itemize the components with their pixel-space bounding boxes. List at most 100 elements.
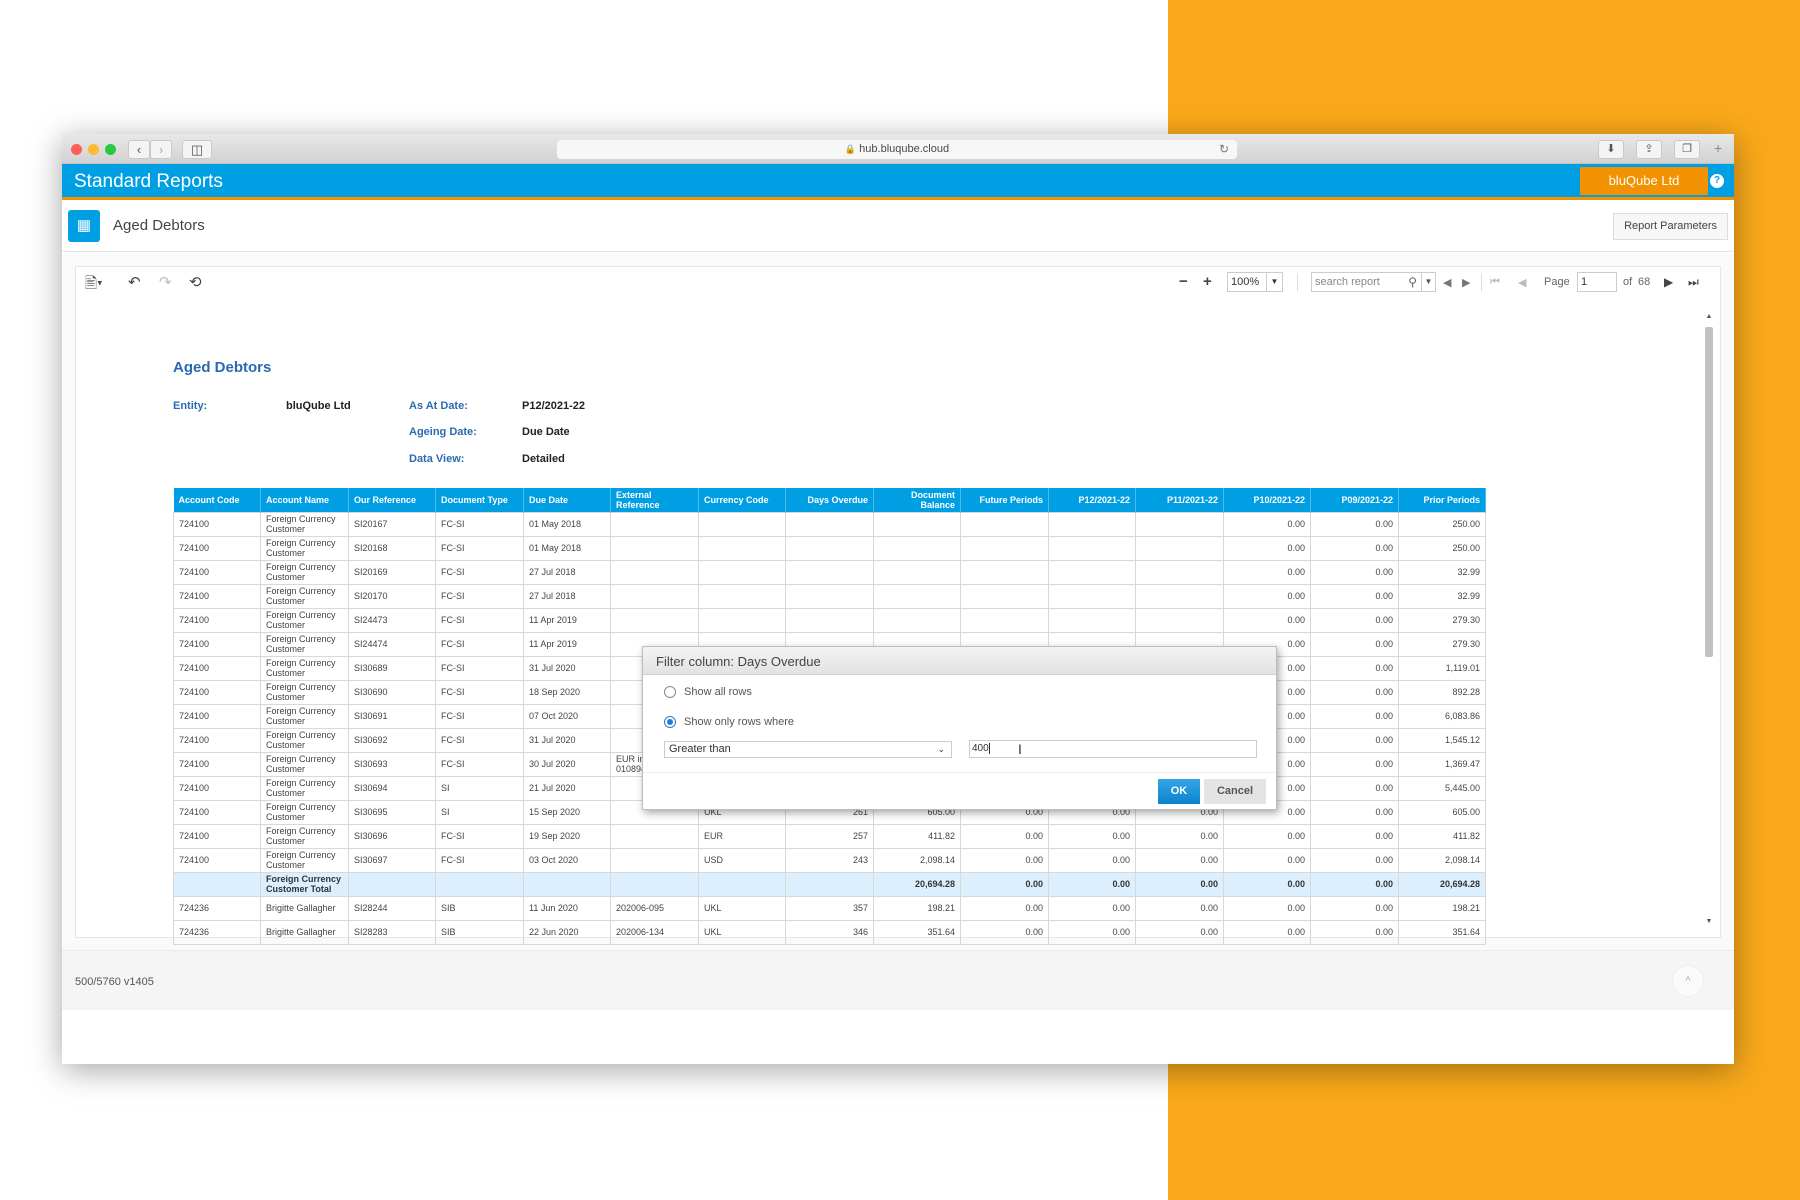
table-cell: 724236: [173, 895, 261, 921]
table-cell: [1048, 535, 1136, 561]
show-only-rows-radio[interactable]: [664, 716, 676, 729]
table-cell: 0.00: [1135, 919, 1224, 945]
search-prev-icon[interactable]: ◀: [1443, 276, 1451, 289]
scroll-to-top-button[interactable]: ^: [1672, 965, 1704, 997]
scrollbar-thumb[interactable]: [1705, 327, 1713, 657]
search-icon[interactable]: ⚲: [1408, 273, 1417, 291]
table-cell: SI24474: [348, 631, 436, 657]
zoom-out-icon[interactable]: −: [1179, 273, 1188, 290]
undo-icon[interactable]: ↶: [128, 273, 141, 291]
table-row: 724236 Brigitte Gallagher SI28283 SIB 22 Jun…: [173, 919, 1486, 945]
minimize-window-button[interactable]: [88, 144, 99, 155]
column-header[interactable]: External Reference: [610, 488, 699, 512]
table-cell: 32.99: [1398, 583, 1486, 609]
page-number-input[interactable]: 1: [1577, 272, 1617, 292]
vertical-scrollbar[interactable]: ▲ ▼: [1704, 313, 1714, 925]
table-cell: 0.00: [1310, 583, 1399, 609]
table-cell: [960, 583, 1049, 609]
column-header[interactable]: Due Date: [523, 488, 611, 512]
column-header[interactable]: P12/2021-22: [1048, 488, 1136, 512]
last-page-icon[interactable]: ⏭: [1688, 275, 1699, 290]
operator-select[interactable]: Greater than ⌄: [664, 741, 952, 758]
table-row: 724100 Foreign Currency Customer SI30696 FC…: [173, 823, 1486, 849]
search-placeholder: search report: [1315, 276, 1380, 288]
search-report-input[interactable]: search report ⚲ ▼: [1311, 272, 1436, 292]
chevron-left-icon: ‹: [136, 142, 142, 157]
plus-icon[interactable]: +: [1714, 140, 1722, 156]
column-header[interactable]: Prior Periods: [1398, 488, 1486, 512]
table-cell: SI: [435, 799, 524, 825]
column-header[interactable]: Days Overdue: [785, 488, 874, 512]
export-icon[interactable]: 🖹▾: [85, 273, 103, 298]
show-all-rows-option[interactable]: Show all rows: [664, 686, 752, 699]
column-header[interactable]: P11/2021-22: [1135, 488, 1224, 512]
column-header[interactable]: Document Type: [435, 488, 524, 512]
share-button[interactable]: ⇪: [1636, 140, 1662, 159]
address-bar[interactable]: 🔒 hub.bluqube.cloud ↻: [557, 140, 1237, 159]
filter-value-input[interactable]: 400: [969, 740, 1257, 758]
table-cell: 0.00: [1135, 823, 1224, 849]
table-cell: SIB: [435, 895, 524, 921]
column-header[interactable]: P10/2021-22: [1223, 488, 1311, 512]
first-page-icon[interactable]: ⏮: [1490, 276, 1500, 289]
table-cell: 724100: [173, 727, 261, 753]
table-cell: [785, 511, 874, 537]
search-next-icon[interactable]: ▶: [1462, 276, 1470, 289]
table-row: 724100 Foreign Currency Customer SI24473 FC…: [173, 607, 1486, 633]
table-cell: 6,083.86: [1398, 703, 1486, 729]
next-page-icon[interactable]: ▶: [1664, 275, 1673, 289]
redo-icon[interactable]: ↷: [159, 273, 172, 291]
refresh-icon[interactable]: ⟲: [189, 273, 202, 291]
download-icon: ⬇: [1606, 143, 1616, 155]
table-row: 724100 Foreign Currency Customer SI30697 FC…: [173, 847, 1486, 873]
scroll-down-icon[interactable]: ▼: [1704, 918, 1714, 925]
table-cell: 724100: [173, 703, 261, 729]
download-button[interactable]: ⬇: [1598, 140, 1624, 159]
company-button[interactable]: bluQube Ltd: [1580, 167, 1708, 195]
version-text: 500/5760 v1405: [75, 976, 154, 988]
chevron-right-icon: ›: [158, 142, 164, 157]
show-only-rows-option[interactable]: Show only rows where: [664, 716, 795, 729]
browser-titlebar: ‹ › ◫ 🔒 hub.bluqube.cloud ↻ ⬇ ⇪ ❐ +: [62, 134, 1734, 164]
tabs-icon: ❐: [1682, 143, 1692, 155]
table-cell: SI30691: [348, 703, 436, 729]
table-cell: EUR: [698, 823, 786, 849]
table-cell: 0.00: [1310, 871, 1399, 897]
maximize-window-button[interactable]: [105, 144, 116, 155]
column-header[interactable]: Future Periods: [960, 488, 1049, 512]
table-cell: 11 Apr 2019: [523, 607, 611, 633]
column-header[interactable]: Currency Code: [698, 488, 786, 512]
table-cell: Foreign Currency Customer: [260, 535, 349, 561]
show-all-rows-radio[interactable]: [664, 686, 676, 699]
table-cell: [1135, 559, 1224, 585]
chevron-down-icon[interactable]: ▼: [1421, 273, 1435, 291]
prev-page-icon[interactable]: ◀: [1518, 276, 1526, 289]
table-cell: 351.64: [873, 919, 961, 945]
tabs-button[interactable]: ❐: [1674, 140, 1700, 159]
table-cell: 0.00: [1048, 847, 1136, 873]
close-window-button[interactable]: [71, 144, 82, 155]
show-all-rows-label: Show all rows: [684, 686, 752, 698]
reload-icon[interactable]: ↻: [1219, 140, 1229, 159]
sidebar-toggle-button[interactable]: ◫: [182, 140, 212, 159]
zoom-in-icon[interactable]: +: [1203, 273, 1212, 290]
column-header[interactable]: P09/2021-22: [1310, 488, 1399, 512]
back-button[interactable]: ‹: [128, 140, 150, 159]
cancel-button[interactable]: Cancel: [1204, 779, 1266, 804]
column-header[interactable]: Account Code: [173, 488, 261, 512]
table-cell: [610, 511, 699, 537]
column-header[interactable]: Document Balance: [873, 488, 961, 512]
column-header[interactable]: Our Reference: [348, 488, 436, 512]
table-cell: 0.00: [1223, 583, 1311, 609]
table-cell: Foreign Currency Customer: [260, 607, 349, 633]
help-icon[interactable]: ?: [1710, 174, 1724, 188]
forward-button[interactable]: ›: [150, 140, 172, 159]
ok-button[interactable]: OK: [1158, 779, 1200, 804]
report-parameters-button[interactable]: Report Parameters: [1613, 213, 1728, 240]
table-cell: Foreign Currency Customer: [260, 799, 349, 825]
table-cell: 243: [785, 847, 874, 873]
zoom-select[interactable]: 100% ▼: [1227, 272, 1283, 292]
scroll-up-icon[interactable]: ▲: [1704, 313, 1714, 320]
column-header[interactable]: Account Name: [260, 488, 349, 512]
show-only-rows-label: Show only rows where: [684, 716, 795, 728]
